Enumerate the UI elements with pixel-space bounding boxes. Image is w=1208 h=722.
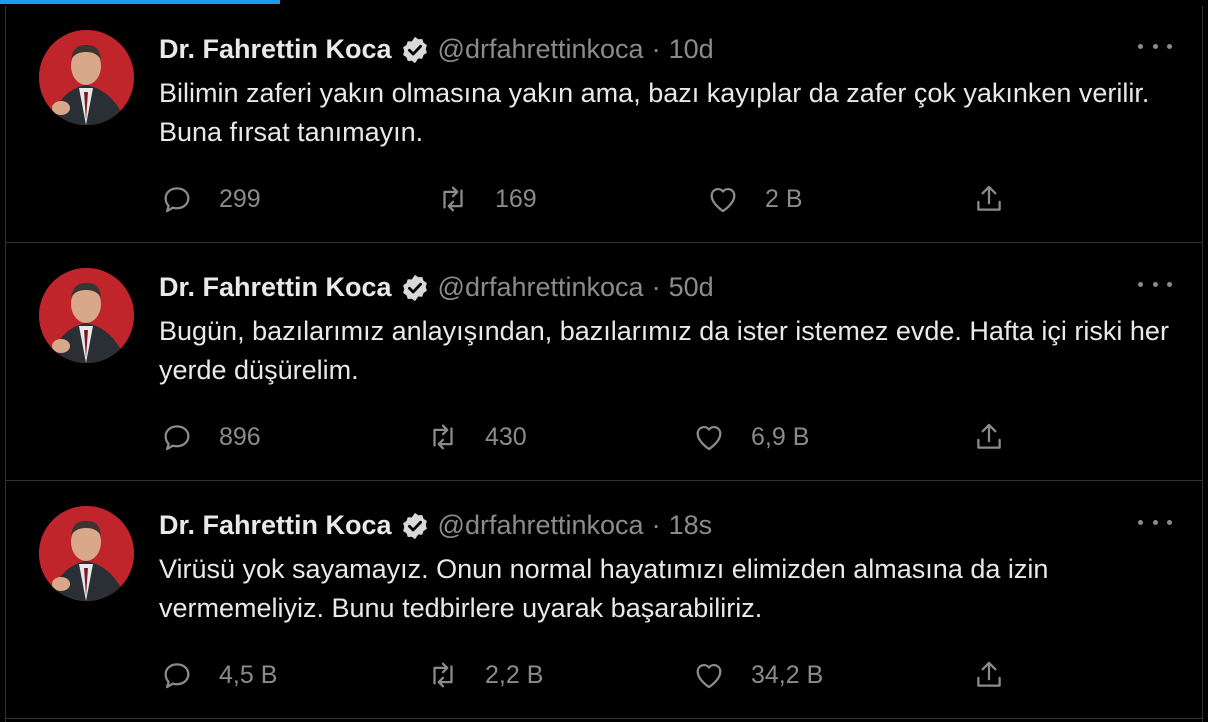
tweet-header: Dr. Fahrettin Koca @drfahrettinkoca · 10… [159,34,714,65]
reply-button[interactable]: 896 [160,420,261,454]
like-count: 34,2 B [751,660,824,689]
tweet-card[interactable]: Dr. Fahrettin Koca @drfahrettinkoca · 18… [6,482,1202,719]
reply-icon [164,187,190,213]
retweet-icon [433,424,453,450]
tweet-timestamp[interactable]: 50d [669,272,714,303]
share-icon [977,185,1001,211]
retweet-count: 430 [485,422,527,451]
retweet-icon [433,662,453,688]
share-button[interactable] [972,182,1031,216]
like-button[interactable]: 2 B [706,182,803,216]
more-icon[interactable] [1138,512,1172,532]
tweet-header: Dr. Fahrettin Koca @drfahrettinkoca · 18… [159,510,712,541]
author-name[interactable]: Dr. Fahrettin Koca [159,272,392,303]
reply-button[interactable]: 4,5 B [160,658,277,692]
author-name[interactable]: Dr. Fahrettin Koca [159,510,392,541]
reply-icon [164,425,190,451]
loading-progress-bar [0,0,280,4]
retweet-icon [443,186,463,212]
retweet-count: 169 [495,184,537,213]
author-name[interactable]: Dr. Fahrettin Koca [159,34,392,65]
avatar[interactable] [39,30,134,125]
like-button[interactable]: 34,2 B [692,658,823,692]
tweet-card[interactable]: Dr. Fahrettin Koca @drfahrettinkoca · 50… [6,244,1202,481]
like-count: 2 B [765,184,803,213]
separator-dot: · [651,34,661,64]
tweet-header: Dr. Fahrettin Koca @drfahrettinkoca · 50… [159,272,714,303]
reply-icon [164,663,190,689]
retweet-button[interactable]: 2,2 B [426,658,543,692]
tweet-card[interactable]: Dr. Fahrettin Koca @drfahrettinkoca · 10… [6,6,1202,243]
separator-dot: · [651,510,661,540]
like-icon [710,188,736,213]
avatar[interactable] [39,506,134,601]
retweet-button[interactable]: 430 [426,420,527,454]
like-button[interactable]: 6,9 B [692,420,809,454]
tweet-text: Virüsü yok sayamayız. Onun normal hayatı… [159,554,1049,623]
share-icon [977,423,1001,449]
more-icon[interactable] [1138,274,1172,294]
avatar[interactable] [39,268,134,363]
reply-button[interactable]: 299 [160,182,261,216]
reply-count: 4,5 B [219,660,278,689]
reply-count: 896 [219,422,261,451]
like-icon [696,426,722,451]
tweet-text: Bilimin zaferi yakın olmasına yakın ama,… [159,78,1150,147]
share-button[interactable] [972,420,1031,454]
like-icon [696,664,722,689]
tweet-feed: Dr. Fahrettin Koca @drfahrettinkoca · 10… [5,6,1203,722]
verified-badge-icon [402,36,427,63]
separator-dot: · [651,272,661,302]
share-icon [977,661,1001,687]
author-handle[interactable]: @drfahrettinkoca [438,510,644,541]
like-count: 6,9 B [751,422,810,451]
share-button[interactable] [972,658,1031,692]
retweet-count: 2,2 B [485,660,544,689]
retweet-button[interactable]: 169 [436,182,537,216]
reply-count: 299 [219,184,261,213]
tweet-timestamp[interactable]: 18s [669,510,713,541]
tweet-timestamp[interactable]: 10d [669,34,714,65]
tweet-text: Bugün, bazılarımız anlayışından, bazılar… [159,316,1169,385]
author-handle[interactable]: @drfahrettinkoca [438,272,644,303]
more-icon[interactable] [1138,36,1172,56]
verified-badge-icon [402,274,427,301]
verified-badge-icon [402,512,427,539]
author-handle[interactable]: @drfahrettinkoca [438,34,644,65]
